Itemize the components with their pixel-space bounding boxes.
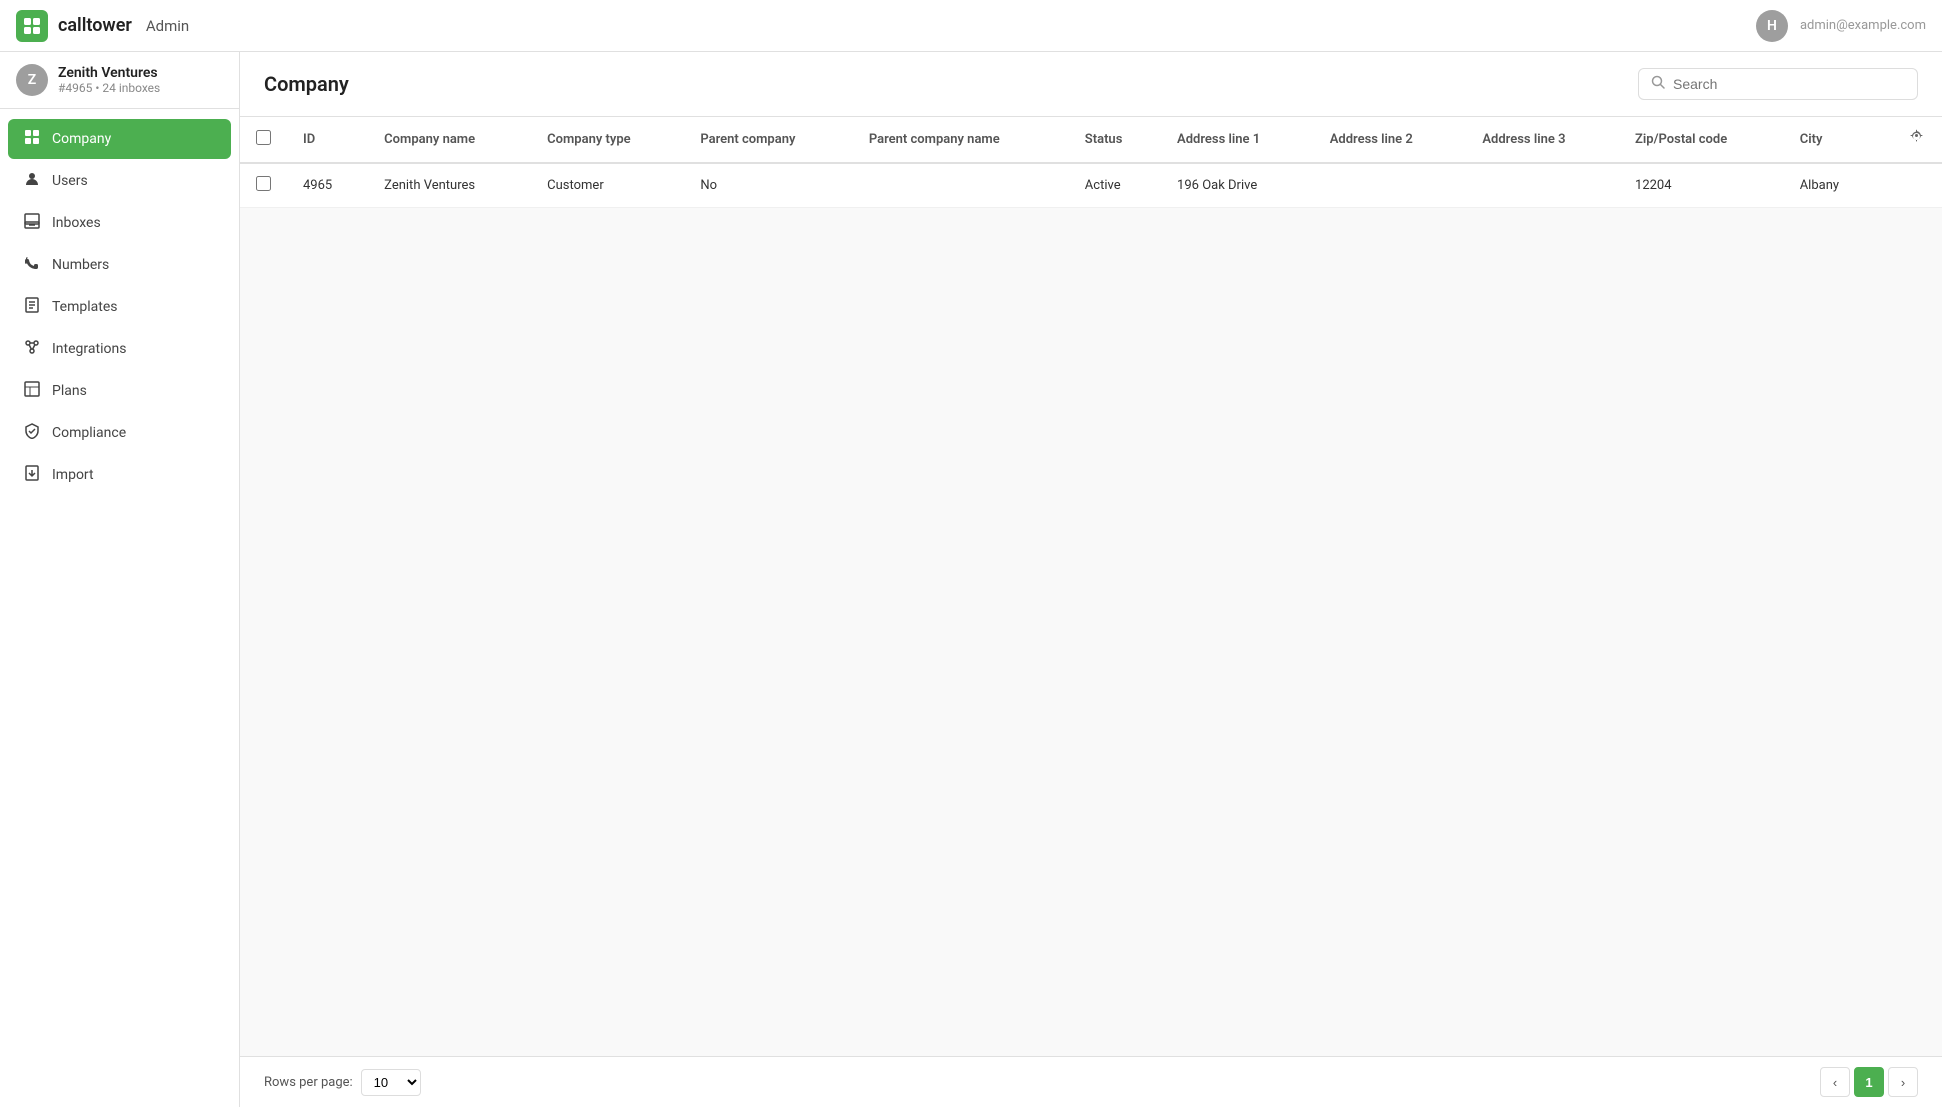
- cell-zip: 12204: [1619, 163, 1784, 208]
- logo-icon: [16, 10, 48, 42]
- cell-parent-company-name: [853, 163, 1069, 208]
- col-header-address-3: Address line 3: [1466, 117, 1619, 163]
- sidebar-item-plans[interactable]: Plans: [8, 371, 231, 411]
- next-page-button[interactable]: ›: [1888, 1067, 1918, 1097]
- col-header-city: City: [1784, 117, 1879, 163]
- main-content: Company ID: [240, 52, 1942, 1107]
- prev-page-button[interactable]: ‹: [1820, 1067, 1850, 1097]
- sidebar-item-label: Templates: [52, 299, 118, 315]
- rows-per-page-control: Rows per page: 10 25 50 100: [264, 1069, 421, 1096]
- table-footer: Rows per page: 10 25 50 100 ‹ 1 ›: [240, 1056, 1942, 1107]
- user-avatar[interactable]: H: [1756, 10, 1788, 42]
- workspace-meta: #4965 • 24 inboxes: [58, 81, 160, 95]
- workspace-info: Zenith Ventures #4965 • 24 inboxes: [58, 65, 160, 95]
- page-1-button[interactable]: 1: [1854, 1067, 1884, 1097]
- topnav-right: H admin@example.com: [1756, 10, 1926, 42]
- sidebar-item-import[interactable]: Import: [8, 455, 231, 495]
- search-box[interactable]: [1638, 68, 1918, 100]
- table-settings-button[interactable]: [1910, 129, 1926, 150]
- inboxes-icon: [24, 213, 40, 233]
- templates-icon: [24, 297, 40, 317]
- search-icon: [1651, 75, 1665, 93]
- sidebar-item-label: Inboxes: [52, 215, 101, 231]
- cell-settings: [1878, 163, 1942, 208]
- sidebar-item-integrations[interactable]: Integrations: [8, 329, 231, 369]
- search-input[interactable]: [1673, 76, 1905, 92]
- workspace-avatar: Z: [16, 64, 48, 96]
- select-all-header: [240, 117, 287, 163]
- cell-city: Albany: [1784, 163, 1879, 208]
- cell-address-1: 196 Oak Drive: [1161, 163, 1314, 208]
- compliance-icon: [24, 423, 40, 443]
- sidebar-item-label: Numbers: [52, 257, 109, 273]
- col-header-parent-company: Parent company: [684, 117, 853, 163]
- col-header-address-2: Address line 2: [1314, 117, 1467, 163]
- col-header-id: ID: [287, 117, 368, 163]
- cell-address-3: [1466, 163, 1619, 208]
- cell-company-type: Customer: [531, 163, 684, 208]
- sidebar-item-label: Compliance: [52, 425, 126, 441]
- rows-per-page-label: Rows per page:: [264, 1075, 353, 1090]
- company-icon: [24, 129, 40, 149]
- sidebar-item-label: Integrations: [52, 341, 126, 357]
- col-header-company-type: Company type: [531, 117, 684, 163]
- sidebar-item-label: Company: [52, 131, 111, 147]
- sidebar-item-inboxes[interactable]: Inboxes: [8, 203, 231, 243]
- sidebar-item-templates[interactable]: Templates: [8, 287, 231, 327]
- col-header-status: Status: [1069, 117, 1161, 163]
- company-table: ID Company name Company type Parent comp…: [240, 117, 1942, 208]
- user-email: admin@example.com: [1800, 18, 1926, 33]
- col-header-parent-company-name: Parent company name: [853, 117, 1069, 163]
- sidebar-item-users[interactable]: Users: [8, 161, 231, 201]
- rows-per-page-select[interactable]: 10 25 50 100: [361, 1069, 421, 1096]
- table-container: ID Company name Company type Parent comp…: [240, 117, 1942, 1056]
- users-icon: [24, 171, 40, 191]
- table-row: 4965 Zenith Ventures Customer No Active …: [240, 163, 1942, 208]
- topnav-left: calltower Admin: [16, 10, 189, 42]
- pagination: ‹ 1 ›: [1820, 1067, 1918, 1097]
- numbers-icon: [24, 255, 40, 275]
- cell-parent-company: No: [684, 163, 853, 208]
- admin-label: Admin: [146, 17, 189, 35]
- sidebar-item-numbers[interactable]: Numbers: [8, 245, 231, 285]
- cell-company-name: Zenith Ventures: [368, 163, 531, 208]
- plans-icon: [24, 381, 40, 401]
- layout: Z Zenith Ventures #4965 • 24 inboxes Com…: [0, 52, 1942, 1107]
- sidebar-item-company[interactable]: Company: [8, 119, 231, 159]
- sidebar-item-label: Plans: [52, 383, 87, 399]
- sidebar-item-compliance[interactable]: Compliance: [8, 413, 231, 453]
- workspace-item[interactable]: Z Zenith Ventures #4965 • 24 inboxes: [0, 52, 239, 109]
- integrations-icon: [24, 339, 40, 359]
- workspace-name: Zenith Ventures: [58, 65, 160, 81]
- main-header: Company: [240, 52, 1942, 117]
- col-header-zip: Zip/Postal code: [1619, 117, 1784, 163]
- sidebar-item-label: Users: [52, 173, 88, 189]
- cell-id: 4965: [287, 163, 368, 208]
- topnav: calltower Admin H admin@example.com: [0, 0, 1942, 52]
- page-title: Company: [264, 72, 349, 96]
- sidebar: Z Zenith Ventures #4965 • 24 inboxes Com…: [0, 52, 240, 1107]
- import-icon: [24, 465, 40, 485]
- select-all-checkbox[interactable]: [256, 130, 271, 145]
- col-header-address-1: Address line 1: [1161, 117, 1314, 163]
- row-checkbox[interactable]: [256, 176, 271, 191]
- row-checkbox-cell: [240, 163, 287, 208]
- col-header-settings: [1878, 117, 1942, 163]
- col-header-company-name: Company name: [368, 117, 531, 163]
- brand-name: calltower: [58, 15, 132, 36]
- sidebar-nav: Company Users: [0, 109, 239, 505]
- cell-address-2: [1314, 163, 1467, 208]
- cell-status: Active: [1069, 163, 1161, 208]
- sidebar-item-label: Import: [52, 467, 94, 483]
